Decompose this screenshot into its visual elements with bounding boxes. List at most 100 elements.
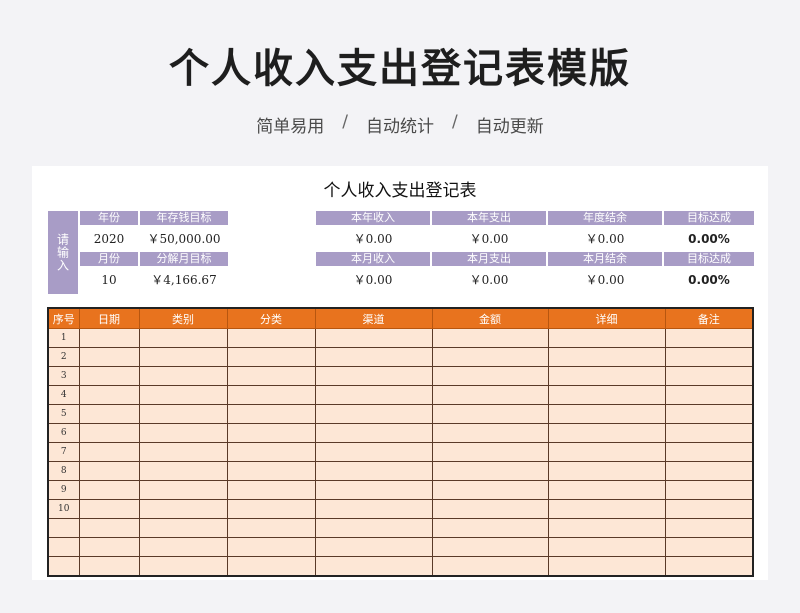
table-cell[interactable] (547, 537, 666, 557)
table-cell[interactable] (226, 499, 316, 519)
table-cell[interactable] (664, 366, 754, 386)
table-cell[interactable] (664, 328, 754, 348)
table-cell[interactable] (226, 480, 316, 500)
table-cell[interactable] (547, 385, 666, 405)
year-value[interactable]: 2020 (80, 229, 138, 249)
table-cell[interactable] (664, 442, 754, 462)
table-cell[interactable] (314, 442, 433, 462)
table-cell[interactable] (138, 423, 228, 443)
table-cell[interactable] (314, 480, 433, 500)
table-cell[interactable] (138, 442, 228, 462)
table-cell[interactable] (314, 385, 433, 405)
table-cell[interactable] (431, 385, 549, 405)
table-cell[interactable] (78, 404, 140, 424)
table-cell[interactable] (226, 423, 316, 443)
row-index-cell[interactable]: 3 (47, 366, 80, 386)
table-cell[interactable] (138, 385, 228, 405)
table-cell[interactable] (138, 461, 228, 481)
table-cell[interactable] (78, 423, 140, 443)
table-cell[interactable] (314, 518, 433, 538)
table-cell[interactable] (431, 461, 549, 481)
table-cell[interactable] (664, 461, 754, 481)
table-cell[interactable] (431, 480, 549, 500)
table-cell[interactable] (547, 499, 666, 519)
table-cell[interactable] (431, 518, 549, 538)
table-cell[interactable] (78, 328, 140, 348)
table-cell[interactable] (138, 518, 228, 538)
table-cell[interactable] (226, 461, 316, 481)
table-cell[interactable] (547, 461, 666, 481)
table-cell[interactable] (431, 442, 549, 462)
table-cell[interactable] (78, 366, 140, 386)
table-cell[interactable] (138, 537, 228, 557)
table-cell[interactable] (226, 366, 316, 386)
table-cell[interactable] (314, 461, 433, 481)
table-cell[interactable] (431, 556, 549, 577)
row-index-cell[interactable]: 9 (47, 480, 80, 500)
row-index-cell[interactable]: 4 (47, 385, 80, 405)
table-cell[interactable] (314, 537, 433, 557)
row-index-cell[interactable]: 10 (47, 499, 80, 519)
table-cell[interactable] (664, 556, 754, 577)
table-cell[interactable] (547, 518, 666, 538)
table-cell[interactable] (431, 499, 549, 519)
table-cell[interactable] (664, 385, 754, 405)
table-cell[interactable] (226, 404, 316, 424)
table-cell[interactable] (664, 404, 754, 424)
table-cell[interactable] (547, 328, 666, 348)
table-cell[interactable] (314, 499, 433, 519)
table-cell[interactable] (431, 537, 549, 557)
table-cell[interactable] (226, 518, 316, 538)
table-cell[interactable] (314, 423, 433, 443)
table-cell[interactable] (138, 556, 228, 577)
table-cell[interactable] (547, 556, 666, 577)
table-cell[interactable] (138, 404, 228, 424)
table-cell[interactable] (314, 328, 433, 348)
table-cell[interactable] (226, 442, 316, 462)
row-index-cell[interactable] (47, 537, 80, 557)
table-cell[interactable] (314, 366, 433, 386)
table-cell[interactable] (226, 385, 316, 405)
table-cell[interactable] (78, 537, 140, 557)
table-cell[interactable] (138, 480, 228, 500)
row-index-cell[interactable]: 6 (47, 423, 80, 443)
row-index-cell[interactable]: 2 (47, 347, 80, 367)
table-cell[interactable] (431, 404, 549, 424)
table-cell[interactable] (78, 385, 140, 405)
table-cell[interactable] (78, 347, 140, 367)
yearly-target-value[interactable]: ￥50,000.00 (140, 229, 228, 249)
table-cell[interactable] (547, 347, 666, 367)
table-cell[interactable] (226, 556, 316, 577)
table-cell[interactable] (138, 366, 228, 386)
table-cell[interactable] (547, 442, 666, 462)
month-value[interactable]: 10 (80, 270, 138, 290)
row-index-cell[interactable]: 8 (47, 461, 80, 481)
table-cell[interactable] (78, 499, 140, 519)
table-cell[interactable] (78, 556, 140, 577)
table-cell[interactable] (138, 328, 228, 348)
table-cell[interactable] (314, 404, 433, 424)
row-index-cell[interactable]: 7 (47, 442, 80, 462)
table-cell[interactable] (664, 423, 754, 443)
table-cell[interactable] (138, 499, 228, 519)
table-cell[interactable] (226, 347, 316, 367)
table-cell[interactable] (78, 518, 140, 538)
table-cell[interactable] (547, 404, 666, 424)
table-cell[interactable] (226, 328, 316, 348)
row-index-cell[interactable] (47, 518, 80, 538)
row-index-cell[interactable] (47, 556, 80, 577)
row-index-cell[interactable]: 5 (47, 404, 80, 424)
table-cell[interactable] (431, 347, 549, 367)
table-cell[interactable] (547, 480, 666, 500)
table-cell[interactable] (226, 537, 316, 557)
table-cell[interactable] (314, 556, 433, 577)
table-cell[interactable] (431, 366, 549, 386)
table-cell[interactable] (664, 518, 754, 538)
table-cell[interactable] (547, 423, 666, 443)
table-cell[interactable] (547, 366, 666, 386)
row-index-cell[interactable]: 1 (47, 328, 80, 348)
table-cell[interactable] (78, 480, 140, 500)
table-cell[interactable] (78, 461, 140, 481)
table-cell[interactable] (431, 328, 549, 348)
table-cell[interactable] (664, 347, 754, 367)
